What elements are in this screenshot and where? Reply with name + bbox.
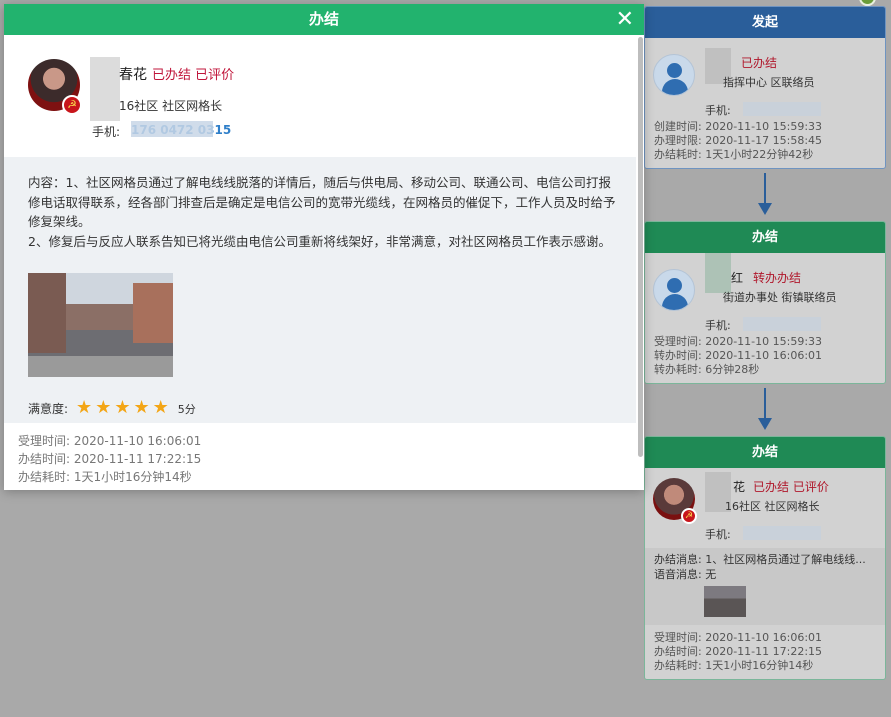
- time-line: 办结时间: 2020-11-11 17:22:15: [654, 645, 823, 658]
- modal-scrollbar[interactable]: [638, 37, 643, 457]
- phone-label: 手机:: [705, 528, 731, 541]
- modal-times: 受理时间: 2020-11-10 16:06:01 办结时间: 2020-11-…: [4, 423, 636, 486]
- flow-arrow: [644, 384, 886, 436]
- star-icon: ★: [114, 397, 131, 418]
- card-title: 办结: [645, 437, 885, 468]
- process-timeline: 发起 已办结 指挥中心 区联络员 手机: 创建时间: 2020-11-10 15…: [644, 0, 886, 680]
- phone-label: 手机:: [705, 104, 731, 117]
- rating-label: 满意度:: [28, 401, 69, 416]
- detail-modal: 办结 ✕ ☭ 春花 已办结 已评价 16社区 社区网格长 手机: 176 047…: [4, 4, 644, 490]
- timeline-card-finish: 办结 ☭ 花 已办结 已评价 16社区 社区网格长 手机: 办结消息: 1、社区…: [644, 0, 886, 680]
- status-label: 已办结: [741, 56, 778, 70]
- party-badge-icon: ☭: [62, 95, 82, 115]
- privacy-blur: [705, 253, 731, 293]
- star-icon: ★: [133, 397, 150, 418]
- status-label: 已办结 已评价: [152, 68, 235, 83]
- duration: 办结耗时: 1天1小时16分钟14秒: [18, 470, 192, 484]
- attached-photo[interactable]: [28, 273, 173, 377]
- person-org: 指挥中心 区联络员: [723, 76, 815, 89]
- privacy-blur: [90, 57, 120, 121]
- status-label: 转办办结: [753, 271, 802, 285]
- handler-name: 春花: [119, 67, 147, 83]
- star-icon: ★: [76, 397, 93, 418]
- time-line: 办结耗时: 1天1小时22分钟42秒: [654, 148, 814, 161]
- phone-blur: [743, 317, 821, 331]
- handler-org: 16社区 社区网格长: [119, 99, 223, 113]
- modal-body[interactable]: ☭ 春花 已办结 已评价 16社区 社区网格长 手机: 176 0472 031…: [4, 35, 636, 490]
- finish-time: 办结时间: 2020-11-11 17:22:15: [18, 452, 202, 466]
- rating-score: 5分: [177, 402, 196, 416]
- voice-message: 语音消息: 无: [654, 568, 717, 581]
- user-avatar-icon: [653, 269, 695, 311]
- time-line: 受理时间: 2020-11-10 16:06:01: [654, 631, 823, 644]
- time-line: 转办时间: 2020-11-10 16:06:01: [654, 349, 823, 362]
- content-section: 内容：1、社区网格员通过了解电线线脱落的详情后，随后与供电局、移动公司、联通公司…: [4, 157, 636, 423]
- time-line: 办理时限: 2020-11-17 15:58:45: [654, 134, 823, 147]
- timeline-card-initiate: 发起 已办结 指挥中心 区联络员 手机: 创建时间: 2020-11-10 15…: [644, 6, 886, 169]
- person-name: 花: [733, 480, 746, 494]
- satisfaction-rating: 满意度: ★ ★ ★ ★ ★ 5分: [28, 399, 620, 420]
- person-org: 街道办事处 街镇联络员: [723, 291, 837, 304]
- rating-stars: ★ ★ ★ ★ ★: [76, 399, 172, 420]
- handler-info: ☭ 春花 已办结 已评价 16社区 社区网格长 手机: 176 0472 031…: [4, 35, 636, 157]
- accept-time: 受理时间: 2020-11-10 16:06:01: [18, 434, 202, 448]
- user-avatar-icon: [653, 54, 695, 96]
- status-label: 已办结 已评价: [753, 480, 829, 494]
- card-title: 发起: [645, 7, 885, 38]
- timeline-card-transfer: 办结 红 转办办结 街道办事处 街镇联络员 手机: 受理时间: 2020-11-…: [644, 0, 886, 384]
- time-line: 转办耗时: 6分钟28秒: [654, 363, 760, 376]
- flow-arrow: [644, 169, 886, 221]
- content-text: 内容：1、社区网格员通过了解电线线脱落的详情后，随后与供电局、移动公司、联通公司…: [28, 175, 616, 249]
- modal-title: 办结: [308, 10, 339, 28]
- phone-label: 手机:: [705, 319, 731, 332]
- phone-blur: [743, 526, 821, 540]
- phone-blur: [131, 121, 213, 137]
- phone-blur: [743, 102, 821, 116]
- card-title: 办结: [645, 222, 885, 253]
- party-badge-icon: ☭: [681, 508, 697, 524]
- time-line: 办结耗时: 1天1小时16分钟14秒: [654, 659, 814, 672]
- close-icon[interactable]: ✕: [616, 4, 634, 35]
- star-icon: ★: [95, 397, 112, 418]
- time-line: 创建时间: 2020-11-10 15:59:33: [654, 120, 823, 133]
- modal-header: 办结 ✕: [4, 4, 644, 35]
- person-name: 红: [731, 271, 744, 285]
- photo-thumbnail[interactable]: [704, 586, 746, 617]
- finish-message: 办结消息: 1、社区网格员通过了解电线线...: [654, 553, 866, 566]
- time-line: 受理时间: 2020-11-10 15:59:33: [654, 335, 823, 348]
- phone-label: 手机:: [92, 125, 121, 139]
- star-icon: ★: [152, 397, 169, 418]
- person-org: 16社区 社区网格长: [725, 500, 820, 513]
